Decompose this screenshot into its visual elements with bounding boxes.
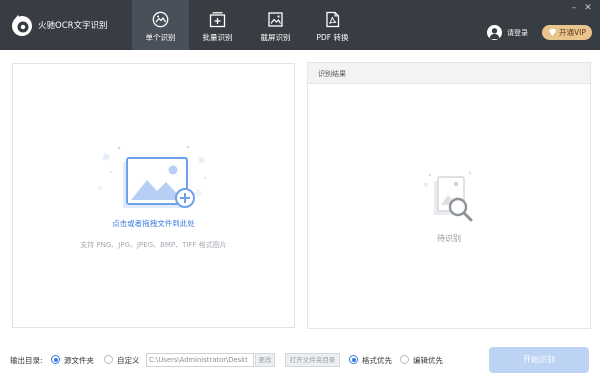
user-icon (489, 28, 500, 39)
pdf-file-icon (326, 11, 340, 28)
result-panel-title: 识别结果 (318, 70, 346, 78)
vip-button-label: 开通VIP (559, 28, 586, 37)
login-link[interactable]: 请登录 (507, 28, 528, 38)
waiting-status-text: 待识别 (437, 234, 461, 243)
open-vip-button[interactable]: 开通VIP (542, 25, 592, 40)
edit-first-label[interactable]: 编辑优先 (413, 355, 443, 366)
source-folder-label[interactable]: 源文件夹 (64, 355, 94, 366)
custom-folder-radio[interactable] (104, 355, 113, 364)
tab-label: 截屏识别 (260, 33, 291, 42)
supported-formats-text: 支持 PNG、JPG、JPEG、BMP、TIFF 格式图片 (80, 241, 227, 249)
screenshot-icon (268, 12, 283, 27)
result-panel-header: 识别结果 (308, 63, 590, 84)
format-first-radio[interactable] (349, 355, 358, 364)
image-upload-icon (98, 145, 206, 208)
start-recognition-button[interactable]: 开始识别 (489, 347, 589, 373)
tab-screenshot-recognition[interactable]: 截屏识别 (247, 0, 304, 50)
source-folder-radio[interactable] (51, 355, 60, 364)
diamond-icon (549, 29, 556, 36)
tab-label: PDF 转换 (316, 33, 349, 42)
file-drop-zone[interactable]: 点击或者拖拽文件到此处 支持 PNG、JPG、JPEG、BMP、TIFF 格式图… (12, 63, 295, 328)
image-search-icon (424, 171, 473, 222)
result-panel: 识别结果 待识别 (307, 62, 591, 329)
tab-single-recognition[interactable]: 单个识别 (132, 0, 189, 50)
app-logo-icon (12, 15, 32, 36)
drop-zone-link[interactable]: 点击或者拖拽文件到此处 (13, 218, 294, 229)
minimize-button[interactable]: – (568, 3, 580, 13)
close-button[interactable]: ✕ (582, 3, 594, 13)
app-title: 火驰OCR文字识别 (38, 21, 108, 31)
open-folder-button[interactable]: 打开文件夹目录 (285, 353, 340, 367)
batch-add-icon (209, 12, 226, 28)
tab-batch-recognition[interactable]: 批量识别 (189, 0, 246, 50)
avatar[interactable] (487, 25, 502, 40)
output-path-input[interactable] (146, 353, 254, 367)
output-directory-label: 输出目录: (10, 356, 43, 365)
tab-label: 单个识别 (145, 33, 176, 42)
image-scan-icon (152, 11, 169, 28)
tab-label: 批量识别 (202, 33, 233, 42)
change-path-button[interactable]: 更改 (255, 353, 275, 367)
title-bar: 火驰OCR文字识别 单个识别 批量识别 截屏识别 PDF 转换 – ✕ 请登录 … (0, 0, 600, 50)
edit-first-radio[interactable] (400, 355, 409, 364)
custom-folder-label[interactable]: 自定义 (117, 355, 140, 366)
format-first-label[interactable]: 格式优先 (362, 355, 392, 366)
tab-pdf-convert[interactable]: PDF 转换 (304, 0, 361, 50)
